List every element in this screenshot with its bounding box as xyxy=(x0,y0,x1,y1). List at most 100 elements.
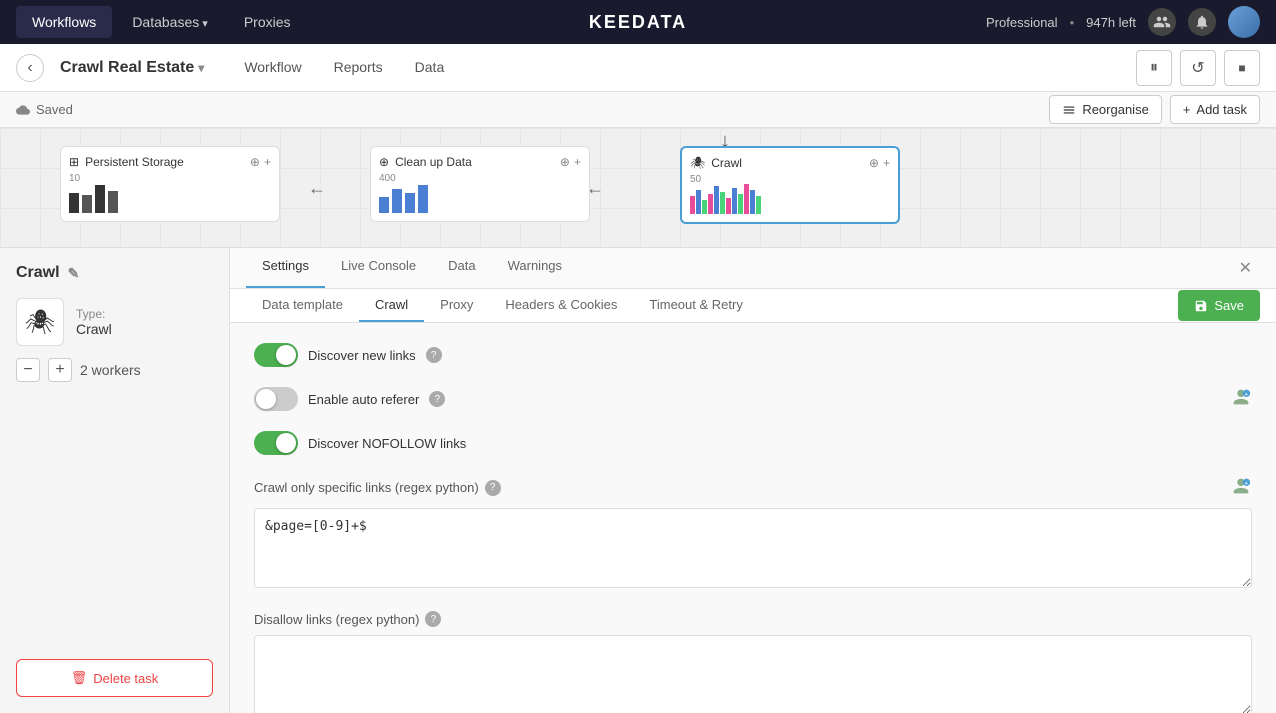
crbar12 xyxy=(756,196,761,214)
task-type-icon: 🕷 xyxy=(16,298,64,346)
subnav-reports[interactable]: Reports xyxy=(318,51,399,85)
tab-warnings[interactable]: Warnings xyxy=(492,248,578,288)
sidebar-task-title: Crawl xyxy=(16,264,60,282)
nav-workflows[interactable]: Workflows xyxy=(16,6,112,38)
top-nav: Workflows Databases Proxies KEEDATA Prof… xyxy=(0,0,1276,44)
task-card-crawl[interactable]: 🕷 Crawl ⊕ + 50 xyxy=(680,146,900,224)
add-icon[interactable]: + xyxy=(264,155,271,169)
card-title-cleanup: ⊕ Clean up Data xyxy=(379,155,472,169)
refresh-button[interactable]: ↺ xyxy=(1180,50,1216,86)
referer-person-icon: + xyxy=(1230,386,1252,413)
crbar4 xyxy=(708,194,713,214)
crawl-specific-label-text: Crawl only specific links (regex python) xyxy=(254,480,479,495)
cbar4 xyxy=(418,185,428,213)
crawl-specific-textarea[interactable]: &page=[0-9]+$ xyxy=(254,508,1252,588)
disallow-textarea[interactable] xyxy=(254,635,1252,713)
sidebar-task-name: Crawl ✎ xyxy=(16,264,213,282)
hours-left: 947h left xyxy=(1086,15,1136,30)
increase-workers-button[interactable]: + xyxy=(48,358,72,382)
cloud-icon xyxy=(16,103,30,117)
left-sidebar: Crawl ✎ 🕷 Type: Crawl − + 2 workers 🗑 De… xyxy=(0,248,230,713)
panel-close-button[interactable]: ✕ xyxy=(1231,248,1260,288)
discover-help-icon[interactable]: ? xyxy=(426,347,442,363)
crbar8 xyxy=(732,188,737,214)
arrow-left-1: ← xyxy=(308,178,326,199)
crbar7 xyxy=(726,198,731,214)
team-icon[interactable] xyxy=(1148,8,1176,36)
cleanup-title-text: Clean up Data xyxy=(395,155,472,169)
tab-live-console[interactable]: Live Console xyxy=(325,248,432,288)
crawl-pin-icon[interactable]: ⊕ xyxy=(869,156,879,170)
nav-databases[interactable]: Databases xyxy=(116,6,224,38)
toggle-thumb-discover xyxy=(276,345,296,365)
top-nav-right: Professional • 947h left xyxy=(986,6,1260,38)
disallow-help-icon[interactable]: ? xyxy=(425,611,441,627)
card-body-crawl: 50 xyxy=(690,174,890,214)
discover-new-links-toggle[interactable] xyxy=(254,343,298,367)
pin-icon[interactable]: ⊕ xyxy=(250,155,260,169)
back-button[interactable]: ‹ xyxy=(16,54,44,82)
subnav-workflow[interactable]: Workflow xyxy=(228,51,317,85)
project-dropdown-arrow: ▾ xyxy=(198,61,204,75)
project-title-text: Crawl Real Estate xyxy=(60,59,194,77)
subtab-data-template[interactable]: Data template xyxy=(246,289,359,322)
discover-nofollow-toggle[interactable] xyxy=(254,431,298,455)
brand-logo: KEEDATA xyxy=(589,12,687,33)
reorganise-button[interactable]: Reorganise xyxy=(1049,95,1162,124)
cleanup-pin-icon[interactable]: ⊕ xyxy=(560,155,570,169)
crbar10 xyxy=(744,184,749,214)
enable-auto-referer-toggle[interactable] xyxy=(254,387,298,411)
save-button[interactable]: Save xyxy=(1178,290,1260,321)
decrease-workers-button[interactable]: − xyxy=(16,358,40,382)
toggle-thumb-nofollow xyxy=(276,433,296,453)
type-label: Type: xyxy=(76,307,112,321)
bar4 xyxy=(108,191,118,213)
delete-label: Delete task xyxy=(93,671,158,686)
crawl-add-icon[interactable]: + xyxy=(883,156,890,170)
storage-chart xyxy=(69,181,118,213)
referer-help-icon[interactable]: ? xyxy=(429,391,445,407)
add-task-button[interactable]: + Add task xyxy=(1170,95,1260,124)
task-card-cleanup[interactable]: ⊕ Clean up Data ⊕ + 400 xyxy=(370,146,590,222)
enable-auto-referer-row: Enable auto referer ? + xyxy=(254,387,1252,411)
disallow-label: Disallow links (regex python) ? xyxy=(254,611,1252,627)
discover-new-links-row: Discover new links ? xyxy=(254,343,1252,367)
bar1 xyxy=(69,193,79,213)
crbar3 xyxy=(702,200,707,214)
tab-settings[interactable]: Settings xyxy=(246,248,325,288)
subnav-data[interactable]: Data xyxy=(399,51,461,85)
pause-button[interactable]: ⏸ xyxy=(1136,50,1172,86)
panel-tabs: Settings Live Console Data Warnings ✕ xyxy=(230,248,1276,289)
top-nav-left: Workflows Databases Proxies xyxy=(16,6,307,38)
subtab-timeout-retry[interactable]: Timeout & Retry xyxy=(633,289,758,322)
sub-nav-links: Workflow Reports Data xyxy=(228,51,460,85)
delete-task-button[interactable]: 🗑 Delete task xyxy=(16,659,213,697)
task-card-persistent-storage[interactable]: ⊞ Persistent Storage ⊕ + 10 xyxy=(60,146,280,222)
crbar5 xyxy=(714,186,719,214)
project-title[interactable]: Crawl Real Estate ▾ xyxy=(60,59,204,77)
status-bar-right: Reorganise + Add task xyxy=(1049,95,1260,124)
edit-icon[interactable]: ✎ xyxy=(68,265,80,282)
subtab-headers-cookies[interactable]: Headers & Cookies xyxy=(489,289,633,322)
status-bar: Saved Reorganise + Add task xyxy=(0,92,1276,128)
sub-nav: ‹ Crawl Real Estate ▾ Workflow Reports D… xyxy=(0,44,1276,92)
subtab-crawl[interactable]: Crawl xyxy=(359,289,424,322)
add-task-label: Add task xyxy=(1196,102,1247,117)
cleanup-add-icon[interactable]: + xyxy=(574,155,581,169)
crbar6 xyxy=(720,192,725,214)
crbar11 xyxy=(750,190,755,214)
workers-count: 2 workers xyxy=(80,362,141,378)
user-avatar[interactable] xyxy=(1228,6,1260,38)
canvas-area[interactable]: ↓ ← ← ⊞ Persistent Storage ⊕ + 10 xyxy=(0,128,1276,248)
nav-proxies[interactable]: Proxies xyxy=(228,6,307,38)
enable-auto-referer-label: Enable auto referer xyxy=(308,392,419,407)
card-title-storage: ⊞ Persistent Storage xyxy=(69,155,184,169)
discover-new-links-label: Discover new links xyxy=(308,348,416,363)
notification-icon[interactable] xyxy=(1188,8,1216,36)
tab-data[interactable]: Data xyxy=(432,248,491,288)
save-icon xyxy=(1194,299,1208,313)
subtab-proxy[interactable]: Proxy xyxy=(424,289,489,322)
stop-button[interactable]: ■ xyxy=(1224,50,1260,86)
crawl-specific-help-icon[interactable]: ? xyxy=(485,480,501,496)
card-body-storage: 10 xyxy=(69,173,271,213)
